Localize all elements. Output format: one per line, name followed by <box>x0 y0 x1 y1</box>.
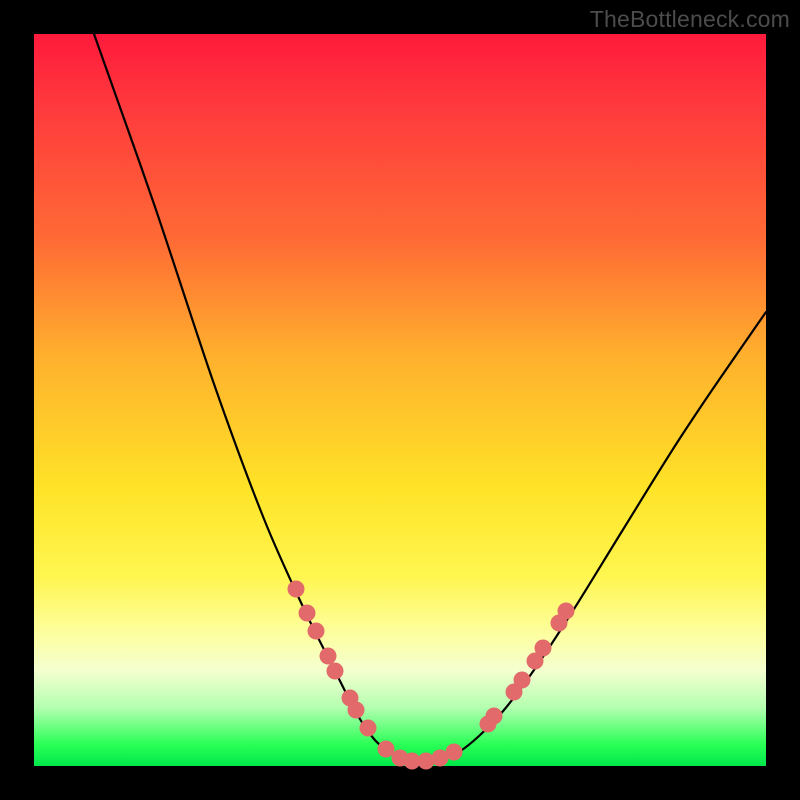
data-dot <box>378 741 395 758</box>
data-dot <box>288 581 305 598</box>
chart-frame: TheBottleneck.com <box>0 0 800 800</box>
data-dot <box>486 708 503 725</box>
data-dot <box>360 720 377 737</box>
data-dot <box>320 648 337 665</box>
data-dot <box>308 623 325 640</box>
bottleneck-curve <box>94 34 766 762</box>
data-dot <box>535 640 552 657</box>
data-dot <box>558 603 575 620</box>
data-dot <box>418 753 435 770</box>
data-dot <box>327 663 344 680</box>
gradient-plot-area <box>34 34 766 766</box>
bottleneck-curve-svg <box>34 34 766 766</box>
data-dot <box>514 672 531 689</box>
data-dot <box>299 605 316 622</box>
data-dot <box>348 702 365 719</box>
watermark-text: TheBottleneck.com <box>590 6 790 33</box>
data-dot <box>446 744 463 761</box>
